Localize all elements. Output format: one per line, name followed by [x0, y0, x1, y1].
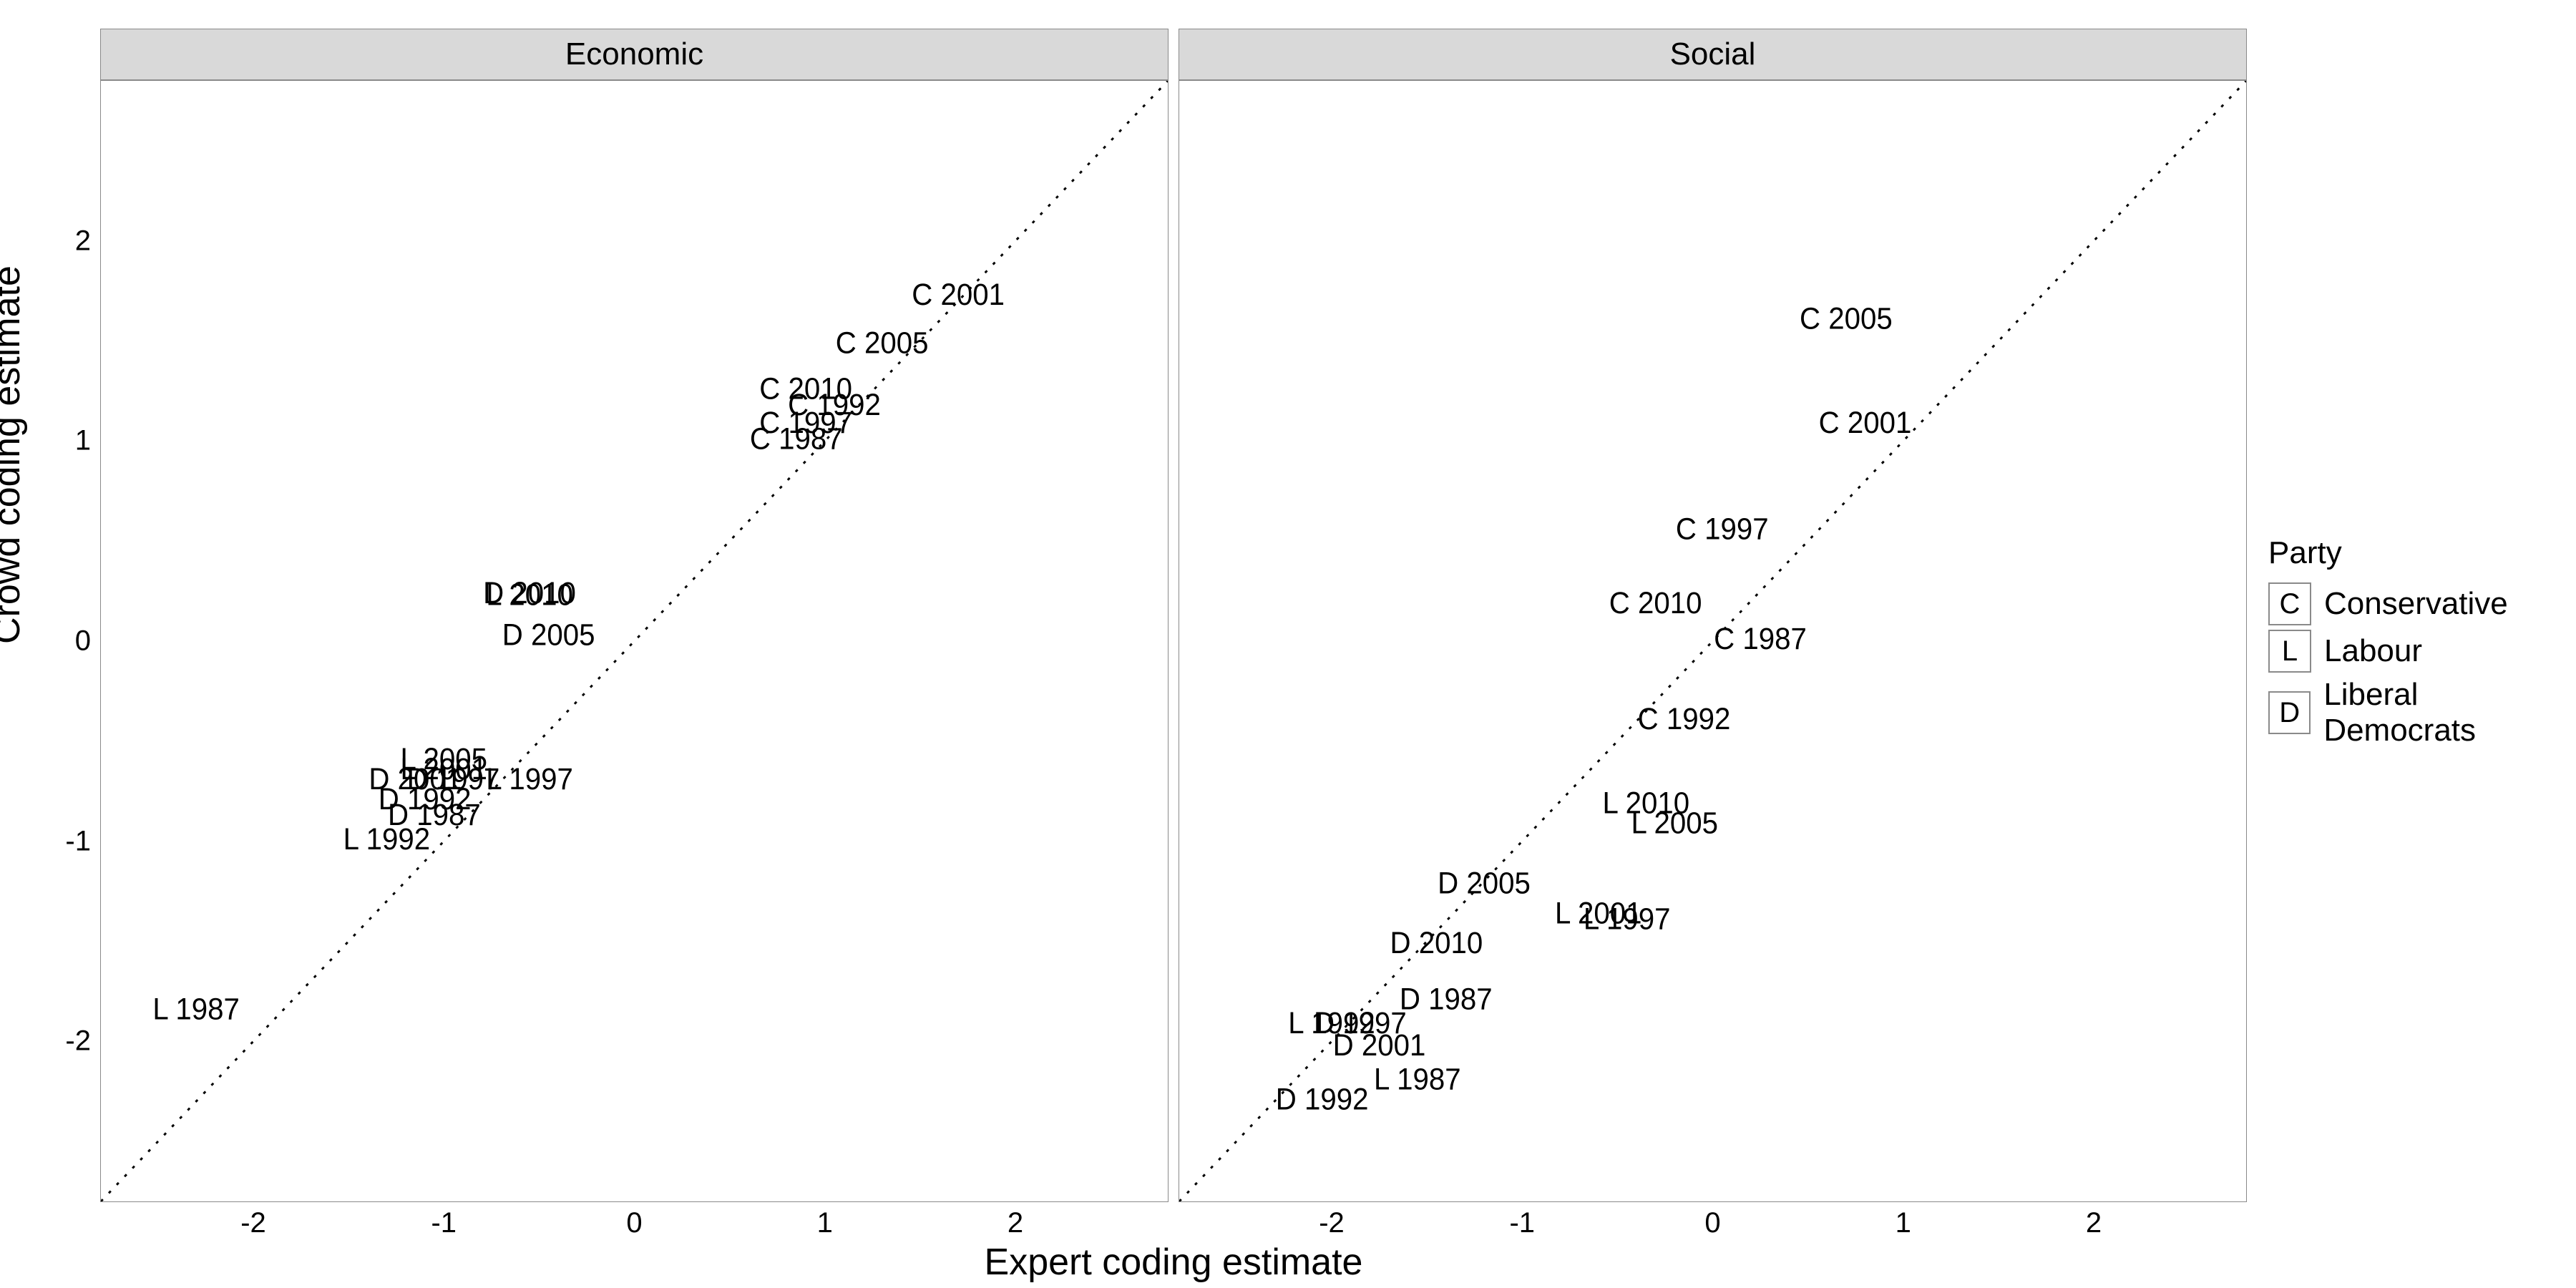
facet-panels: Economic L 1987L 1992D 1987D 1992D 2001L… — [100, 29, 2247, 1202]
y-tick-label: -1 — [65, 825, 91, 857]
point-label: C 2005 — [836, 326, 929, 359]
legend: Party C Conservative L Labour D Liberal … — [2268, 535, 2576, 753]
y-tick-label: -2 — [65, 1025, 91, 1058]
plot-economic: L 1987 L 1992D 1987D 1992D 2001 L 1997D 19… — [100, 80, 1169, 1202]
point-label: C 1997 — [1676, 512, 1769, 545]
x-tick-label: -1 — [1509, 1207, 1535, 1239]
point-label: L 1987 — [152, 992, 240, 1026]
legend-label-labour: Labour — [2324, 633, 2422, 669]
point-label: C 2005 — [1800, 302, 1893, 336]
x-tick-label: -2 — [1319, 1207, 1345, 1239]
legend-item-libdem: D Liberal Democrats — [2268, 677, 2576, 748]
point-label: L 2010 — [1603, 786, 1690, 820]
x-tick-label: 0 — [1704, 1207, 1720, 1239]
x-tick-label: 2 — [2086, 1207, 2102, 1239]
legend-item-labour: L Labour — [2268, 630, 2576, 673]
point-label: D 1997 — [1314, 1006, 1407, 1040]
point-label: L 2010 — [486, 578, 573, 612]
legend-key-d: D — [2268, 691, 2311, 734]
x-tick-label: 0 — [626, 1207, 642, 1239]
x-tick-label: -2 — [240, 1207, 266, 1239]
point-label: D 2010 — [1390, 926, 1483, 960]
figure: Crowd coding estimate Economic L 1987L 1… — [0, 0, 2576, 1288]
legend-title: Party — [2268, 535, 2576, 571]
point-label: D 1997 — [407, 762, 500, 796]
point-label: C 1992 — [1638, 702, 1731, 736]
point-label: D 1992 — [379, 782, 472, 816]
y-axis-label: Crowd coding estimate — [0, 265, 29, 644]
x-tick-label: 1 — [1896, 1207, 1911, 1239]
point-label: C 2010 — [1609, 586, 1702, 620]
point-label: L 1987 — [1374, 1062, 1461, 1096]
point-label: D 1987 — [1400, 982, 1493, 1016]
point-label: C 1987 — [750, 422, 843, 456]
y-tick-labels-economic: -2 -1 0 1 2 — [39, 81, 101, 1201]
point-label: D 2001 — [369, 762, 462, 796]
point-label: D 2005 — [1438, 866, 1531, 899]
point-label: L 2001 — [1555, 896, 1642, 930]
panel-social: Social D 1992L 1987D 2001D 1997L 1992D 1… — [1179, 29, 2247, 1202]
facet-strip-economic: Economic — [100, 29, 1169, 80]
point-label: L 2005 — [1631, 806, 1718, 840]
point-label: C 2001 — [912, 278, 1005, 311]
point-label: D 2001 — [1333, 1028, 1426, 1062]
x-tick-label: 2 — [1008, 1207, 1023, 1239]
x-axis-label: Expert coding estimate — [100, 1241, 2247, 1284]
point-label: C 2001 — [1819, 406, 1912, 439]
point-label: D 1987 — [388, 798, 481, 831]
legend-item-conservative: C Conservative — [2268, 582, 2576, 625]
point-label: D 1992 — [1276, 1082, 1369, 1116]
point-label: L 1992 — [1288, 1006, 1375, 1040]
facet-strip-social: Social — [1179, 29, 2247, 80]
point-label: L 1997 — [1584, 902, 1671, 936]
point-label: C 1987 — [1714, 622, 1807, 655]
point-label: L 1997 — [486, 762, 573, 796]
x-tick-label: 1 — [817, 1207, 833, 1239]
x-tick-labels-economic: -2 -1 0 1 2 — [101, 1201, 1168, 1243]
point-label: C 1997 — [759, 406, 852, 439]
point-label: C 1992 — [788, 388, 881, 421]
point-label: D 2010 — [483, 576, 576, 610]
x-tick-labels-social: -2 -1 0 1 2 — [1179, 1201, 2246, 1243]
y-tick-label: 1 — [75, 425, 91, 457]
point-label: C 2010 — [759, 372, 852, 406]
legend-key-c: C — [2268, 582, 2311, 625]
y-tick-label: 2 — [75, 225, 91, 257]
legend-key-l: L — [2268, 630, 2311, 673]
point-label: L 1992 — [343, 822, 431, 856]
point-label: L 2005 — [400, 742, 487, 776]
plot-social: D 1992L 1987D 2001D 1997L 1992 D 1987 D 20… — [1179, 80, 2247, 1202]
legend-label-libdem: Liberal Democrats — [2323, 677, 2576, 748]
legend-label-conservative: Conservative — [2324, 586, 2508, 622]
point-label: D 2005 — [502, 618, 595, 652]
y-tick-label: 0 — [75, 625, 91, 658]
panel-economic: Economic L 1987L 1992D 1987D 1992D 2001L… — [100, 29, 1169, 1202]
plot-svg-social: D 1992L 1987D 2001D 1997L 1992 D 1987 D 20… — [1179, 81, 2246, 1201]
point-label: L 2001 — [400, 752, 487, 786]
x-tick-label: -1 — [431, 1207, 457, 1239]
plot-svg-economic: L 1987 L 1992D 1987D 1992D 2001 L 1997D 19… — [101, 81, 1168, 1201]
